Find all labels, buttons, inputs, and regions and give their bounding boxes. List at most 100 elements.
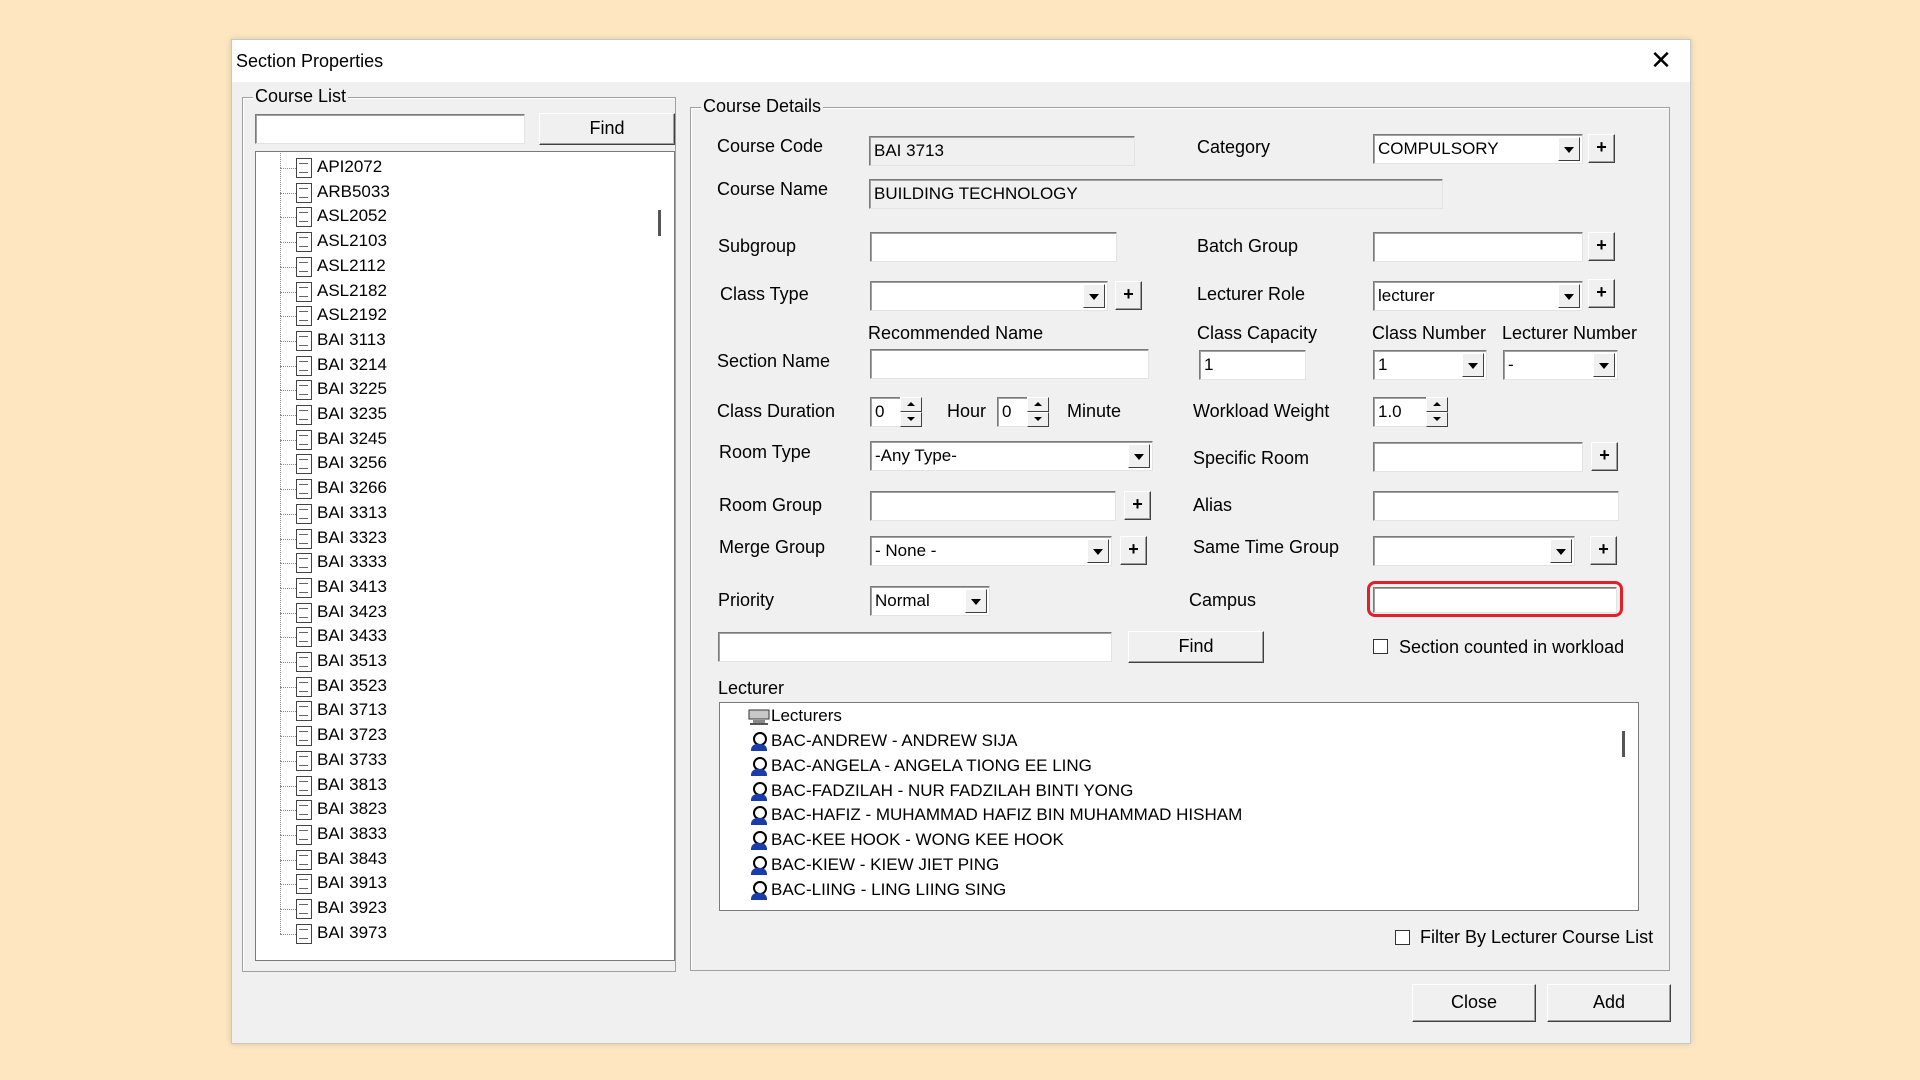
spin-down-icon[interactable] (1027, 412, 1049, 427)
hours-spinner[interactable] (900, 397, 922, 427)
subgroup-field[interactable] (870, 232, 1117, 262)
course-list-item[interactable]: BAI 3413 (256, 562, 636, 600)
course-list-item[interactable]: BAI 3913 (256, 859, 636, 896)
course-list-item[interactable]: BAI 3733 (256, 735, 636, 773)
lecturer-list-item[interactable]: BAC-KIEW - KIEW JIET PING (720, 854, 1460, 878)
chevron-down-icon[interactable] (1558, 284, 1580, 308)
course-list-item[interactable]: BAI 3333 (256, 538, 636, 575)
category-select[interactable]: COMPULSORY (1373, 134, 1583, 164)
room-type-select[interactable]: -Any Type- (870, 441, 1153, 471)
priority-select[interactable]: Normal (870, 586, 990, 616)
course-list-item[interactable]: BAI 3843 (256, 834, 636, 872)
specific-room-field[interactable] (1373, 442, 1583, 472)
room-group-field[interactable] (870, 491, 1116, 521)
lecturer-search-input[interactable] (718, 632, 1112, 662)
course-list-item[interactable]: ARB5033 (256, 167, 636, 205)
course-list-item[interactable]: BAI 3313 (256, 488, 636, 526)
chevron-down-icon[interactable] (1083, 284, 1105, 308)
add-batch-group-button[interactable]: + (1588, 232, 1615, 261)
add-category-button[interactable]: + (1588, 134, 1615, 163)
course-list-item[interactable]: BAI 3256 (256, 439, 636, 476)
add-specific-room-button[interactable]: + (1591, 442, 1618, 471)
course-list-item[interactable]: BAI 3923 (256, 884, 636, 921)
batch-group-field[interactable] (1373, 232, 1583, 262)
course-list-item[interactable]: BAI 3113 (256, 315, 636, 353)
course-list-item-label: BAI 3333 (317, 552, 387, 572)
campus-field[interactable] (1373, 587, 1617, 613)
course-list-item[interactable]: ASL2052 (256, 192, 636, 229)
add-same-time-group-button[interactable]: + (1590, 536, 1617, 565)
course-list-item[interactable]: BAI 3823 (256, 785, 636, 822)
filter-by-lecturer-checkbox[interactable] (1395, 930, 1410, 945)
section-name-field[interactable] (870, 349, 1149, 379)
lecturer-list-item[interactable]: BAC-ANDREW - ANDREW SIJA (720, 730, 1460, 754)
course-list-item[interactable]: BAI 3723 (256, 711, 636, 748)
course-list-item[interactable]: ASL2192 (256, 291, 636, 328)
lecturer-number-label: Lecturer Number (1502, 323, 1638, 343)
section-counted-checkbox[interactable] (1373, 639, 1388, 654)
chevron-down-icon[interactable] (1462, 353, 1484, 377)
class-type-select[interactable] (870, 281, 1108, 311)
lecturer-tree[interactable]: Lecturers BAC-ANDREW - ANDREW SIJA BAC-AN… (719, 702, 1639, 911)
class-capacity-field[interactable]: 1 (1199, 350, 1306, 380)
spin-up-icon[interactable] (1426, 397, 1448, 412)
close-icon[interactable]: ✕ (1644, 44, 1678, 78)
lecturer-tree-scrollbar[interactable] (1622, 731, 1625, 757)
add-merge-group-button[interactable]: + (1120, 536, 1147, 565)
course-list-item[interactable]: BAI 3214 (256, 340, 636, 378)
course-tree[interactable]: API2072 ARB5033 ASL2052 ASL2103 ASL2112 ASL21… (255, 151, 675, 961)
course-list-item[interactable]: BAI 3523 (256, 661, 636, 699)
close-button[interactable]: Close (1412, 984, 1536, 1022)
spin-up-icon[interactable] (900, 397, 922, 412)
class-number-select[interactable]: 1 (1373, 350, 1487, 380)
lecturer-list-item[interactable]: BAC-FADZILAH - NUR FADZILAH BINTI YONG (720, 780, 1460, 804)
course-list-item[interactable]: ASL2103 (256, 217, 636, 254)
course-find-button[interactable]: Find (539, 113, 675, 145)
merge-group-select[interactable]: - None - (870, 536, 1112, 566)
course-search-input[interactable] (255, 114, 525, 144)
course-list-item[interactable]: BAI 3423 (256, 587, 636, 625)
course-list-item[interactable]: BAI 3973 (256, 908, 636, 946)
course-list-item[interactable]: API2072 (256, 152, 636, 180)
chevron-down-icon[interactable] (1558, 137, 1580, 161)
spin-up-icon[interactable] (1027, 397, 1049, 412)
course-list-item[interactable]: BAI 3813 (256, 760, 636, 798)
lecturer-list-item[interactable]: BAC-LIING - LING LIING SING (720, 879, 1460, 903)
course-list-item[interactable]: BAI 3513 (256, 637, 636, 674)
workload-weight-spinner[interactable] (1426, 397, 1448, 427)
course-list-item[interactable]: ASL2182 (256, 266, 636, 304)
title-bar: Section Properties ✕ (232, 40, 1690, 82)
add-lecturer-role-button[interactable]: + (1588, 279, 1615, 308)
chevron-down-icon[interactable] (1550, 539, 1572, 563)
chevron-down-icon[interactable] (1593, 353, 1615, 377)
lecturer-list-item[interactable]: BAC-ANGELA - ANGELA TIONG EE LING (720, 755, 1460, 779)
chevron-down-icon[interactable] (965, 589, 987, 613)
lecturer-number-select[interactable]: - (1503, 350, 1618, 380)
add-class-type-button[interactable]: + (1115, 281, 1142, 310)
chevron-down-icon[interactable] (1128, 444, 1150, 468)
course-list-item[interactable]: BAI 3245 (256, 414, 636, 452)
lecturer-list-item[interactable]: BAC-HAFIZ - MUHAMMAD HAFIZ BIN MUHAMMAD … (720, 804, 1460, 828)
lecturer-role-select[interactable]: lecturer (1373, 281, 1583, 311)
lecturer-root[interactable]: Lecturers (720, 705, 1460, 729)
course-list-item[interactable]: ASL2112 (256, 241, 636, 279)
spin-down-icon[interactable] (900, 412, 922, 427)
course-list-item[interactable]: BAI 3713 (256, 686, 636, 723)
course-list-item[interactable]: BAI 3433 (256, 612, 636, 649)
course-list-item[interactable]: BAI 3833 (256, 809, 636, 847)
lecturer-list-item[interactable]: BAC-KEE HOOK - WONG KEE HOOK (720, 829, 1460, 853)
chevron-down-icon[interactable] (1087, 539, 1109, 563)
course-tree-scrollbar[interactable] (658, 210, 661, 236)
course-list-item[interactable]: BAI 3225 (256, 365, 636, 402)
course-list-item-label: BAI 3913 (317, 873, 387, 893)
course-list-item[interactable]: BAI 3323 (256, 513, 636, 551)
course-list-item[interactable]: BAI 3266 (256, 464, 636, 501)
course-list-item[interactable]: BAI 3235 (256, 390, 636, 427)
add-room-group-button[interactable]: + (1124, 491, 1151, 520)
add-button[interactable]: Add (1547, 984, 1671, 1022)
same-time-group-select[interactable] (1373, 536, 1575, 566)
spin-down-icon[interactable] (1426, 412, 1448, 427)
lecturer-find-button[interactable]: Find (1128, 631, 1264, 663)
minutes-spinner[interactable] (1027, 397, 1049, 427)
alias-field[interactable] (1373, 491, 1619, 521)
